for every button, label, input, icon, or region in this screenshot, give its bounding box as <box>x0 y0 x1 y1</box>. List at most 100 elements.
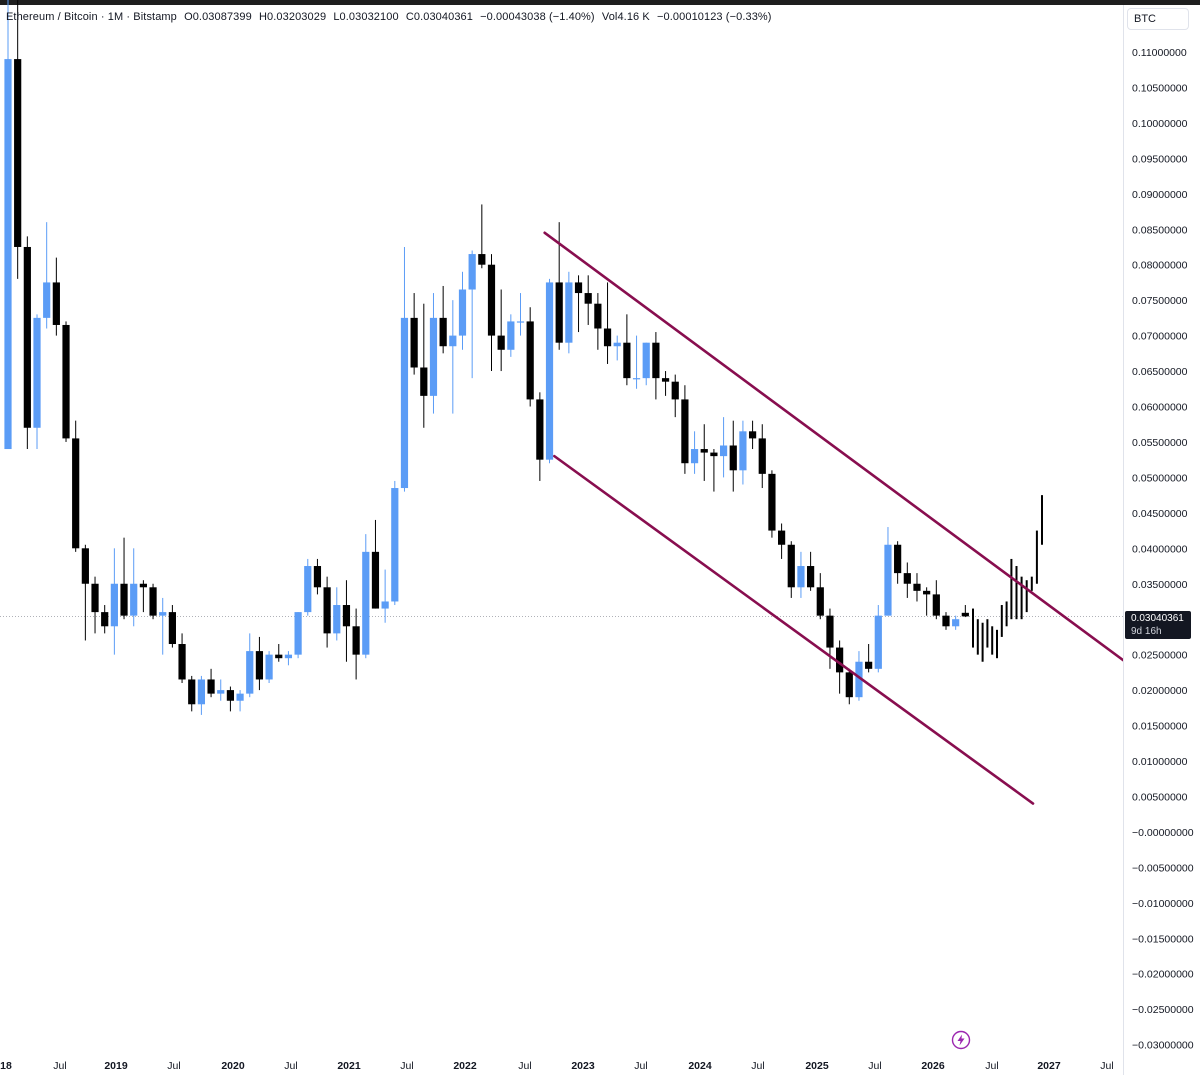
candle-body <box>807 566 815 588</box>
current-price-badge: 0.03040361 9d 16h <box>1125 611 1191 639</box>
candle-body <box>120 583 128 616</box>
candle-body <box>826 615 834 648</box>
y-tick-label: −0.02500000 <box>1132 1004 1194 1016</box>
candle-body <box>284 654 293 659</box>
candle-body <box>362 551 370 655</box>
candle-body <box>961 612 969 617</box>
candle-body <box>700 449 708 453</box>
candle-body <box>845 672 853 698</box>
x-tick-label: 2027 <box>1037 1060 1061 1072</box>
y-tick-label: 0.06000000 <box>1132 402 1188 414</box>
candle-body <box>923 590 931 595</box>
y-tick-label: 0.05000000 <box>1132 472 1188 484</box>
candle-body <box>613 342 621 347</box>
candle-body <box>739 431 747 471</box>
candle-body <box>787 544 795 588</box>
candle-body <box>72 438 80 549</box>
price-chart[interactable]: 18 Jul 2019 Jul 2020 Jul 2021 Jul 2022 Jul 2023 Jul… <box>0 0 1200 1075</box>
candle-body <box>642 342 650 379</box>
x-tick-label: Jul <box>751 1060 764 1072</box>
bolt-icon[interactable] <box>951 1030 971 1050</box>
candle-body <box>4 59 12 450</box>
candle-body <box>565 282 573 343</box>
y-tick-label: 0.02000000 <box>1132 685 1188 697</box>
price-axis-labels: 0.11000000 0.10500000 0.10000000 0.09500000… <box>1132 47 1194 1052</box>
candle-body <box>391 488 399 602</box>
candle-body <box>449 335 457 347</box>
candle-body <box>903 573 911 584</box>
y-tick-label: 0.06500000 <box>1132 366 1188 378</box>
candle-body <box>400 317 409 489</box>
y-tick-label: 0.07000000 <box>1132 331 1188 343</box>
candle-body <box>894 544 902 574</box>
legend-close: C0.03040361 <box>405 11 473 23</box>
candle-body <box>458 289 467 336</box>
x-tick-label: 2024 <box>688 1060 712 1072</box>
candle-body <box>275 654 283 659</box>
x-tick-label: Jul <box>518 1060 531 1072</box>
candle-body <box>159 612 167 616</box>
x-tick-label: 18 <box>0 1060 12 1072</box>
x-tick-label: Jul <box>634 1060 647 1072</box>
x-tick-label: Jul <box>400 1060 413 1072</box>
x-tick-label: 2020 <box>221 1060 245 1072</box>
legend-symbol[interactable]: Ethereum / Bitcoin · 1M · Bitstamp <box>6 11 177 23</box>
candle-body <box>526 321 534 400</box>
candle-body <box>652 342 660 379</box>
candle-body <box>748 431 757 439</box>
x-tick-label: 2019 <box>104 1060 128 1072</box>
candle-body <box>884 544 892 616</box>
candle-body <box>429 317 438 396</box>
current-price: 0.03040361 <box>1131 613 1184 624</box>
y-tick-label: −0.00000000 <box>1132 827 1194 839</box>
candle-body <box>516 321 525 323</box>
candle-body <box>478 254 486 265</box>
currency-selector[interactable]: BTC <box>1127 8 1189 30</box>
candle-body <box>681 399 689 464</box>
x-tick-label: Jul <box>53 1060 66 1072</box>
candle-body <box>352 626 360 655</box>
candle-body <box>323 587 331 634</box>
x-tick-label: Jul <box>868 1060 881 1072</box>
y-tick-label: 0.01500000 <box>1132 721 1188 733</box>
x-tick-label: 2023 <box>571 1060 595 1072</box>
candle-body <box>420 367 428 396</box>
candle-body <box>603 328 612 347</box>
candle-body <box>913 583 921 591</box>
price-axis[interactable]: 0.11000000 0.10500000 0.10000000 0.09500000… <box>1123 5 1200 1075</box>
descending-channel[interactable] <box>543 231 1180 805</box>
candle-body <box>942 615 950 627</box>
candle-body <box>294 612 302 655</box>
candle-body <box>952 619 960 627</box>
candle-body <box>265 654 273 680</box>
legend-open: O0.03087399 <box>184 11 252 23</box>
candle-body <box>729 445 737 471</box>
x-tick-label: 2025 <box>805 1060 829 1072</box>
candle-body <box>62 324 70 439</box>
candle-body <box>226 690 235 701</box>
candle-body <box>778 530 786 545</box>
x-tick-label: Jul <box>1100 1060 1113 1072</box>
y-tick-label: 0.05500000 <box>1132 437 1188 449</box>
y-tick-label: −0.00500000 <box>1132 862 1194 874</box>
candle-body <box>23 246 31 428</box>
candle-body <box>149 587 157 616</box>
x-tick-label: Jul <box>985 1060 998 1072</box>
candle-body <box>43 282 51 318</box>
y-tick-label: −0.02000000 <box>1132 969 1194 981</box>
y-tick-label: 0.04000000 <box>1132 543 1188 555</box>
y-tick-label: 0.10000000 <box>1132 118 1188 130</box>
candle-body <box>671 381 679 400</box>
candle-body <box>381 601 389 609</box>
channel-upper-line <box>543 231 1180 703</box>
candle-body <box>594 303 602 329</box>
candle-body <box>217 690 225 694</box>
legend-volume: Vol4.16 K <box>601 11 650 23</box>
legend-low: L0.03032100 <box>333 11 399 23</box>
candle-body <box>304 566 312 613</box>
y-tick-label: 0.04500000 <box>1132 508 1188 520</box>
candle-body <box>439 317 447 347</box>
x-axis-ticks: 18 Jul 2019 Jul 2020 Jul 2021 Jul 2022 Jul 2023 Jul… <box>0 1060 1114 1072</box>
candle-body <box>14 59 22 247</box>
candle-body <box>236 693 244 701</box>
